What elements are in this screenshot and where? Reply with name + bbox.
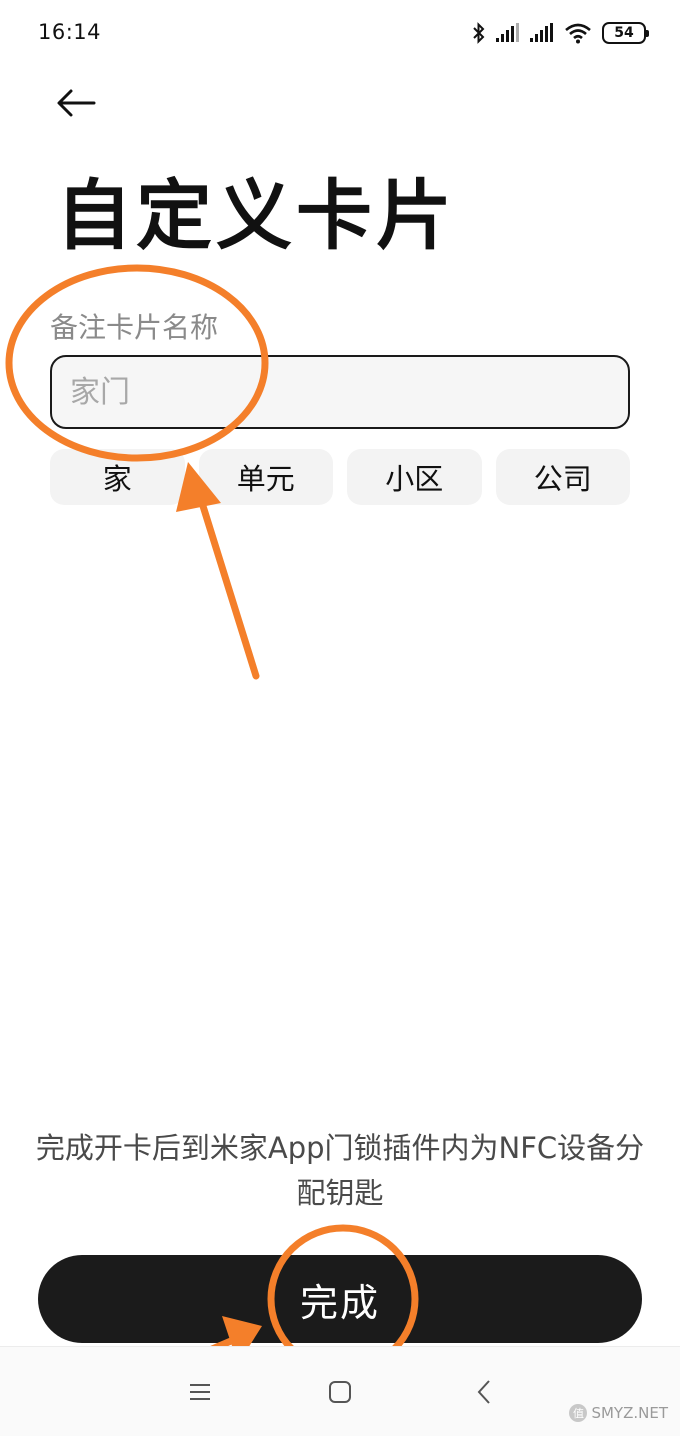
quick-name-chips: 家 单元 小区 公司 [50,449,630,505]
status-bar: 16:14 54 [0,0,680,66]
status-icons: 54 [472,20,649,46]
back-icon [477,1380,490,1404]
field-label: 备注卡片名称 [50,311,219,344]
chip-company[interactable]: 公司 [495,449,630,505]
signal-icon [530,23,554,43]
card-name-input[interactable] [50,355,630,429]
watermark-badge: 值 [569,1404,588,1422]
chip-unit[interactable]: 单元 [198,449,333,505]
system-nav-bar [0,1346,680,1436]
signal-icon [496,23,520,43]
back-nav-button[interactable] [464,1375,504,1409]
chip-community[interactable]: 小区 [347,449,482,505]
recent-apps-button[interactable] [180,1375,220,1409]
home-button[interactable] [320,1375,360,1409]
hint-text: 完成开卡后到米家App门锁插件内为NFC设备分配钥匙 [35,1131,645,1210]
watermark-text: SMYZ.NET [591,1404,668,1422]
watermark: 值 SMYZ.NET [569,1404,668,1422]
home-icon [329,1381,351,1403]
arrow-left-icon [57,89,96,117]
wifi-icon [564,22,592,44]
battery-icon: 54 [602,22,649,44]
chip-home[interactable]: 家 [50,449,185,505]
done-button[interactable]: 完成 [38,1255,642,1343]
annotation-arrow-input-shaft [194,486,260,680]
back-button[interactable] [50,80,102,126]
status-time: 16:14 [38,20,102,44]
bluetooth-icon [472,22,486,44]
page-title: 自定义卡片 [56,171,456,260]
menu-icon [190,1384,210,1400]
